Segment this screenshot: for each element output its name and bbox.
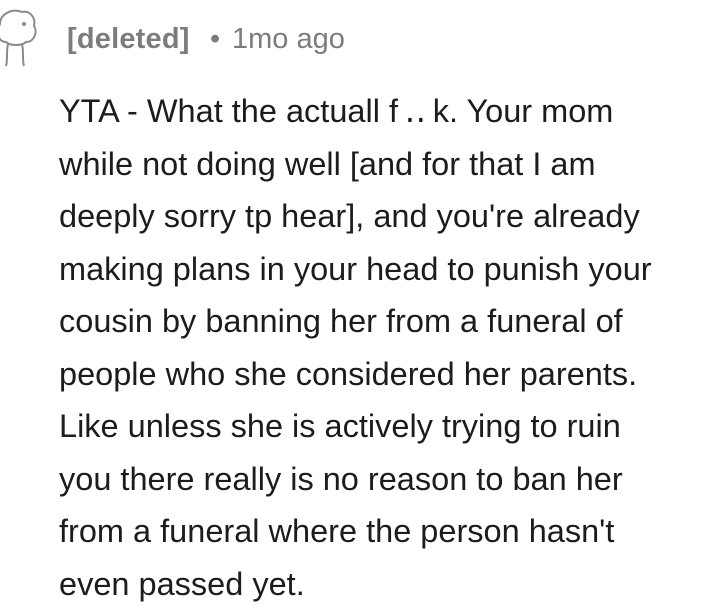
comment-body: YTA - What the actuall f ․․ k. Your mom … bbox=[59, 93, 652, 602]
comment: [deleted] • 1mo ago YTA - What the actua… bbox=[0, 0, 727, 611]
meta-separator: • bbox=[210, 23, 221, 55]
snoo-avatar-icon[interactable] bbox=[0, 4, 38, 68]
comment-timestamp: 1mo ago bbox=[232, 23, 345, 55]
author-name[interactable]: [deleted] bbox=[67, 19, 190, 59]
comment-header: [deleted] • 1mo ago bbox=[0, 0, 727, 80]
